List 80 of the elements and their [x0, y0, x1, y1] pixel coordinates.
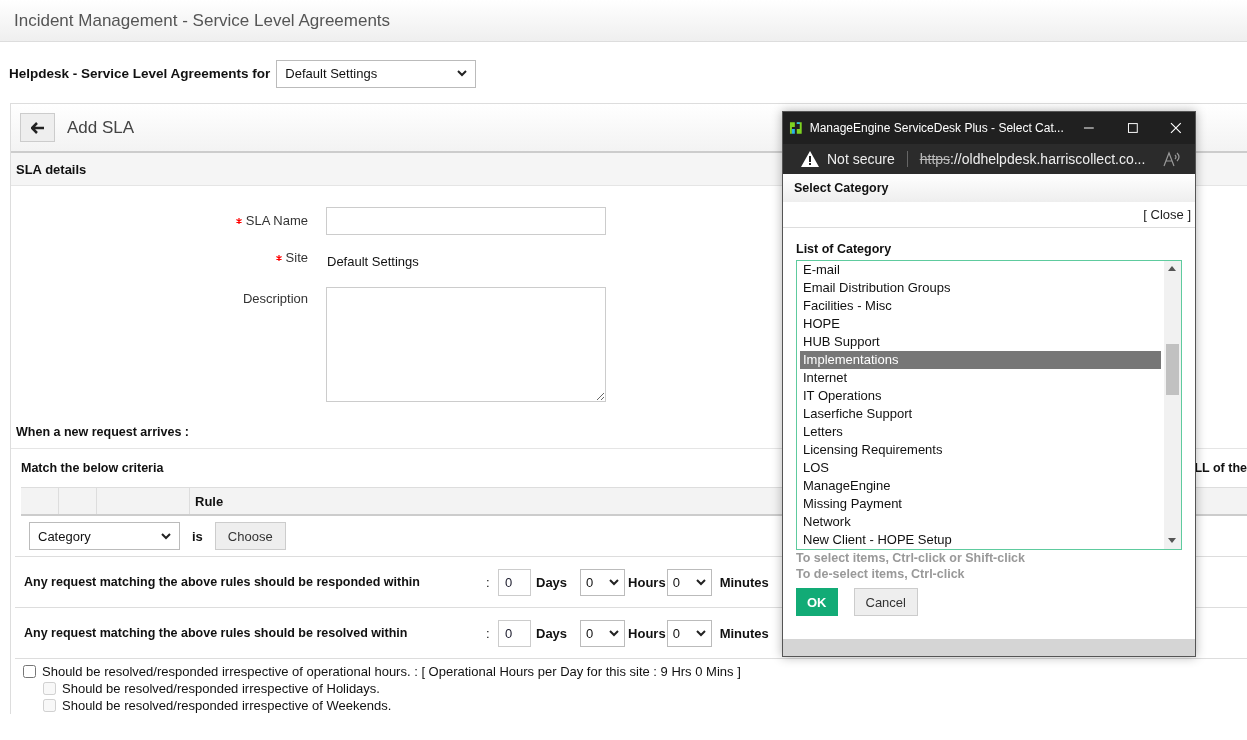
category-option[interactable]: ManageEngine — [800, 477, 1161, 495]
minutes-label: Minutes — [719, 625, 769, 641]
back-button[interactable] — [20, 113, 55, 142]
days-label: Days — [536, 625, 568, 641]
checkbox[interactable] — [23, 665, 36, 678]
read-aloud-icon[interactable] — [1163, 151, 1181, 167]
field-label: Description — [242, 291, 308, 306]
time-rule-label: Any request matching the above rules should be resolved within — [24, 626, 409, 640]
list-label: List of Category — [796, 242, 893, 256]
dialog-heading: Select Category — [794, 181, 889, 195]
back-arrow-icon — [30, 121, 45, 134]
category-option[interactable]: HUB Support — [800, 333, 1161, 351]
minutes-dropdown[interactable]: 0 — [666, 619, 712, 647]
option-label: Should be resolved/responded irrespective of Weekends. — [62, 698, 392, 713]
page-title: Incident Management - Service Level Agreements — [14, 10, 391, 31]
chevron-icon — [457, 70, 468, 77]
hint-text: To select items, Ctrl-click or Shift-click — [796, 550, 1026, 566]
arrival-heading: When a new request arrives : — [16, 424, 189, 439]
chevron-icon — [609, 629, 620, 637]
close-icon[interactable] — [1170, 122, 1182, 134]
site-dropdown[interactable]: Default Settings — [276, 59, 477, 88]
category-option[interactable]: Licensing Requirements — [800, 441, 1161, 459]
category-option[interactable]: Email Distribution Groups — [800, 279, 1161, 297]
hours-dropdown[interactable]: 0 — [580, 619, 626, 647]
close-link[interactable]: [ Close ] — [1143, 207, 1191, 222]
chevron-icon — [695, 629, 706, 637]
minutes-dropdown[interactable]: 0 — [666, 568, 712, 596]
criteria-heading: Match the below criteria — [21, 461, 164, 475]
panel-title: Add SLA — [67, 117, 135, 138]
hours-label: Hours — [628, 625, 666, 641]
category-listbox[interactable] — [796, 260, 1182, 550]
option-label: Should be resolved/responded irrespective of operational hours. : [ Operational Hours per Day for this site : 9 Hrs 0 Mins ] — [42, 664, 741, 679]
scrollbar[interactable] — [1164, 261, 1181, 549]
category-option[interactable]: IT Operations — [800, 387, 1161, 405]
category-option[interactable]: Internet — [800, 369, 1161, 387]
choose-button[interactable]: Choose — [214, 522, 286, 550]
maximize-icon[interactable] — [1126, 122, 1139, 134]
security-status: Not secure — [827, 151, 895, 167]
criteria-dropdown[interactable]: Category — [29, 522, 180, 550]
category-option[interactable]: Letters — [800, 423, 1161, 441]
description-field[interactable] — [326, 287, 606, 402]
category-option[interactable]: Network — [800, 513, 1161, 531]
field-label: Site — [285, 250, 308, 265]
category-option[interactable]: Missing Payment — [800, 495, 1161, 513]
address-bar-url[interactable]: https://oldhelpdesk.harriscollect.co... — [919, 151, 1155, 167]
window-title: ManageEngine ServiceDesk Plus - Select Cat... — [809, 121, 1064, 135]
days-field[interactable]: 0 — [498, 568, 531, 596]
chevron-icon — [609, 578, 620, 586]
colon-text: : — [486, 574, 491, 590]
category-option[interactable]: Laserfiche Support — [800, 405, 1161, 423]
scroll-thumb[interactable] — [1166, 344, 1179, 395]
category-option[interactable]: E-mail — [800, 261, 1161, 279]
sla-name-field[interactable] — [326, 207, 606, 235]
chevron-icon — [695, 578, 706, 586]
operator-text: is — [192, 528, 203, 544]
days-field[interactable]: 0 — [498, 619, 531, 647]
app-logo-icon — [788, 120, 804, 136]
site-label: Helpdesk - Service Level Agreements for — [9, 66, 271, 81]
hours-label: Hours — [628, 574, 666, 590]
days-label: Days — [536, 574, 568, 590]
scroll-down-icon[interactable] — [1168, 538, 1176, 543]
site-value: Default Settings — [326, 253, 419, 271]
colon-text: : — [486, 625, 491, 641]
chevron-icon — [161, 532, 171, 540]
warning-icon — [801, 151, 819, 167]
column-header: Rule — [195, 493, 224, 509]
category-option[interactable]: Implementations — [800, 351, 1161, 369]
hint-text: To de-select items, Ctrl-click — [796, 566, 966, 582]
section-title: SLA details — [16, 161, 87, 177]
category-option[interactable]: Facilities - Misc — [800, 297, 1161, 315]
hours-dropdown[interactable]: 0 — [580, 568, 626, 596]
scroll-up-icon[interactable] — [1168, 266, 1176, 271]
minutes-label: Minutes — [719, 574, 769, 590]
field-label: SLA Name — [245, 213, 308, 228]
option-label: Should be resolved/responded irrespective of Holidays. — [62, 681, 380, 696]
category-option[interactable]: LOS — [800, 459, 1161, 477]
time-rule-label: Any request matching the above rules should be responded within — [24, 575, 421, 589]
cancel-button[interactable]: Cancel — [853, 588, 918, 616]
category-option[interactable]: HOPE — [800, 315, 1161, 333]
category-option[interactable]: New Client - HOPE Setup — [800, 531, 1161, 549]
